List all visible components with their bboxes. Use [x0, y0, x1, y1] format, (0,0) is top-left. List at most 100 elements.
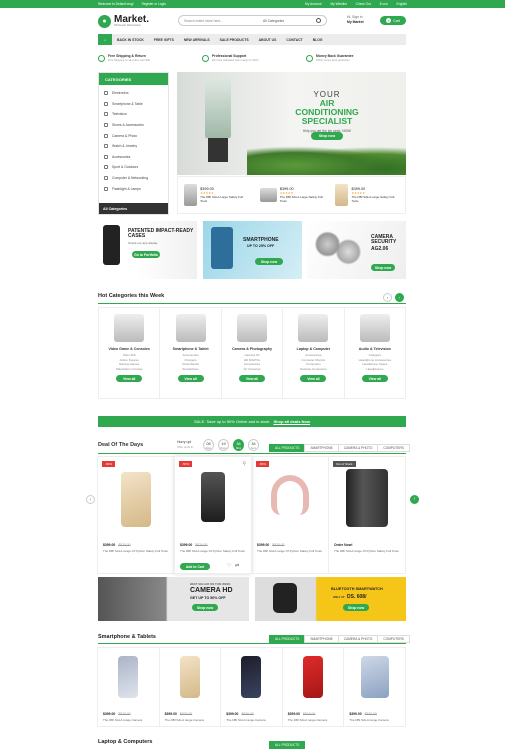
tab-all-products[interactable]: ALL PRODUCTS — [269, 444, 306, 452]
compare-icon[interactable]: ⇄ — [235, 563, 239, 569]
product-card-hover[interactable]: -50% ⚲ $399.00 $520.00 The DBI SALA range… — [174, 456, 252, 574]
sidebar-item-smartphone[interactable]: Smartphone & Table — [99, 99, 168, 110]
product-name[interactable]: The DBI SALA range Camera — [349, 718, 400, 722]
hot-category[interactable]: Laptop & Computer Accessories Computer Mon… — [283, 308, 345, 398]
banner-cases[interactable]: PATENTED IMPACT-READY CASES Check our ap… — [98, 221, 197, 279]
tab-smartphone[interactable]: SMARTPHONE — [304, 635, 339, 643]
tab-all-products[interactable]: ALL PRODUCTS — [269, 741, 306, 749]
view-all-button[interactable]: View all — [239, 375, 266, 383]
tab-computers[interactable]: COMPUTERS — [377, 635, 410, 643]
view-all-button[interactable]: View all — [177, 375, 204, 383]
category-sub[interactable]: Smartphone — [182, 367, 199, 372]
product-name[interactable]: The DBI SALA range Camera — [226, 718, 277, 722]
search-icon[interactable] — [316, 18, 321, 23]
product-name[interactable]: The DBI SALA range Of Python Safety Full… — [103, 549, 169, 553]
view-all-button[interactable]: View all — [116, 375, 143, 383]
hero-product[interactable]: $399.00 ★★★★★ The DBI SALA Large Safety Fu… — [254, 177, 330, 213]
search-input[interactable]: Search entire store here... All Categori… — [178, 15, 327, 26]
banner-portfolio-button[interactable]: Go to Portfolio — [132, 251, 160, 258]
hot-category[interactable]: Smartphone & Tablet Accessories Chargers Po… — [160, 308, 222, 398]
nav-about-us[interactable]: ABOUT US — [254, 34, 282, 45]
tab-all-products[interactable]: ALL PRODUCTS — [269, 635, 306, 643]
view-all-button[interactable]: View all — [361, 375, 388, 383]
shop-deals-link[interactable]: Shop all deals Now — [274, 419, 310, 424]
product-name[interactable]: The DBI SALA range Camera — [103, 718, 154, 722]
add-to-cart-button[interactable]: Add to Cart — [180, 563, 210, 570]
view-all-button[interactable]: View all — [300, 375, 327, 383]
nav-free-gifts[interactable]: FREE GIFTS — [149, 34, 179, 45]
nav-back-in-stock[interactable]: BACK IN STOCK — [112, 34, 149, 45]
category-sub[interactable]: Camera Kit — [244, 353, 261, 358]
product-card[interactable]: $399.00 $520.00 The DBI SALA range Camera — [220, 647, 283, 727]
cart-button[interactable]: 0 Cart — [380, 16, 406, 25]
next-arrow-icon[interactable]: › — [395, 293, 404, 302]
deal-prev-arrow-icon[interactable]: ‹ — [86, 495, 95, 504]
product-card[interactable]: $399.00 $520.00 The DBI SALA range Camera — [97, 647, 160, 727]
sidebar-item-television[interactable]: Television — [99, 109, 168, 120]
banner-shop-button[interactable]: Shop now — [255, 258, 283, 265]
smartwatch-banner[interactable]: BLUETOOTH SMARTWATCH ONLY AT DS. 608/ Sh… — [255, 577, 406, 621]
sidebar-item-computer[interactable]: Computer & Networking — [99, 173, 168, 184]
sidebar-item-watch[interactable]: Watch & Jewelry — [99, 141, 168, 152]
banner-shop-button[interactable]: Shop now — [343, 604, 369, 611]
product-card[interactable]: $399.00 $520.00 The DBI SALA range Camera — [343, 647, 406, 727]
tab-smartphone[interactable]: SMARTPHONE — [304, 444, 339, 452]
nav-new-arrivals[interactable]: NEW ARRIVALS — [179, 34, 215, 45]
money-icon — [306, 54, 313, 62]
heart-icon[interactable]: ♡ — [227, 563, 231, 569]
category-sub[interactable]: Desktop Computers — [300, 367, 327, 372]
banner-shop-button[interactable]: Shop now — [371, 264, 395, 271]
checkout-link[interactable]: Check Out — [356, 2, 371, 6]
hot-category[interactable]: Audio & Television Chargers Headphone Acce… — [345, 308, 405, 398]
category-sub[interactable]: Accessories — [182, 353, 199, 358]
currency-select[interactable]: $ usd — [380, 2, 388, 6]
deal-next-arrow-icon[interactable]: › — [410, 495, 419, 504]
account-box[interactable]: Hi, Sign in My Market — [347, 15, 364, 25]
product-card[interactable]: Out of Stock Order Now! The DBI SALA ran… — [328, 456, 406, 574]
banner-shop-button[interactable]: Shop now — [192, 604, 218, 611]
product-name[interactable]: The DBI SALA range Of Python Safety Full… — [180, 549, 246, 553]
hero-product[interactable]: $399.00 ★★★★★ The DBI SALA Large Safety Fu… — [329, 177, 405, 213]
search-category-select[interactable]: All Categories — [263, 19, 284, 23]
sidebar-item-sport[interactable]: Sport & Outdoors — [99, 162, 168, 173]
home-icon[interactable]: ⌂ — [98, 34, 112, 45]
sidebar-item-camera[interactable]: Camera & Photo — [99, 130, 168, 141]
register-login-link[interactable]: Register or Login — [142, 2, 166, 6]
nav-contact[interactable]: CONTACT — [281, 34, 307, 45]
category-sub[interactable]: Playstation Console — [116, 367, 143, 372]
all-categories-button[interactable]: All Categories — [99, 203, 168, 214]
zoom-icon[interactable]: ⚲ — [242, 461, 246, 467]
tab-camera-photo[interactable]: CAMERA & PHOTO — [337, 444, 379, 452]
tab-camera-photo[interactable]: CAMERA & PHOTO — [337, 635, 379, 643]
my-account-link[interactable]: My Account — [305, 2, 321, 6]
hot-category[interactable]: Video Game & Consoles Xbox 360 Action Figu… — [99, 308, 161, 398]
my-wishlist-link[interactable]: My Wishlist — [331, 2, 347, 6]
hero-product[interactable]: $399.00 ★★★★★ The DBI SALA Large Safety Fu… — [178, 177, 254, 213]
nav-sale-products[interactable]: SALE PRODUCTS — [215, 34, 254, 45]
nav-blog[interactable]: BLOG — [308, 34, 328, 45]
banner-smartphone[interactable]: SMARTPHONE UP TO 25% OFF Shop now — [203, 221, 302, 279]
sidebar-item-electronics[interactable]: Electronics — [99, 88, 168, 99]
product-card[interactable]: -50% $399.00 $520.00 The DBI SALA range O… — [97, 456, 175, 574]
product-name[interactable]: The DBI SALA range Of Python Safety Full… — [257, 549, 323, 553]
product-card[interactable]: -50% $399.00 $520.00 The DBI SALA range O… — [251, 456, 329, 574]
tab-computers[interactable]: COMPUTERS — [377, 444, 410, 452]
hero-shop-button[interactable]: Shop now — [311, 132, 343, 140]
sidebar-item-flashlight[interactable]: Flashlight & Lamps — [99, 183, 168, 194]
camera-hd-banner[interactable]: BEST SELLER ON THIS WEEK CAMERA HD GET U… — [98, 577, 249, 621]
sidebar-item-shoes[interactable]: Shoes & Accessories — [99, 120, 168, 131]
prev-arrow-icon[interactable]: ‹ — [383, 293, 392, 302]
category-sub[interactable]: Air Cameras — [244, 367, 261, 372]
product-name[interactable]: The DBI SALA range Camera — [165, 718, 216, 722]
banner-camera-security[interactable]: CAMERA SECURITY AG2.06 Shop now — [307, 221, 406, 279]
order-now-text[interactable]: Order Now! — [334, 543, 352, 547]
category-sub[interactable]: Headphones — [359, 367, 391, 372]
product-card[interactable]: $399.00 $520.00 The DBI SALA range Camera — [281, 647, 345, 727]
product-card[interactable]: $399.00 $520.00 The DBI SALA range Camera — [158, 647, 222, 727]
hot-category[interactable]: Camera & Photography Camera Kit HD DIGITAL… — [222, 308, 284, 398]
product-name[interactable]: The DBI SALA range Camera — [288, 718, 339, 722]
language-select[interactable]: English — [397, 2, 407, 6]
logo[interactable]: ● Market. Wholesale Marketplace — [98, 14, 149, 28]
sidebar-item-accessories[interactable]: Accessories — [99, 152, 168, 163]
product-name[interactable]: The DBI SALA range Of Python Safety Full… — [334, 549, 400, 553]
